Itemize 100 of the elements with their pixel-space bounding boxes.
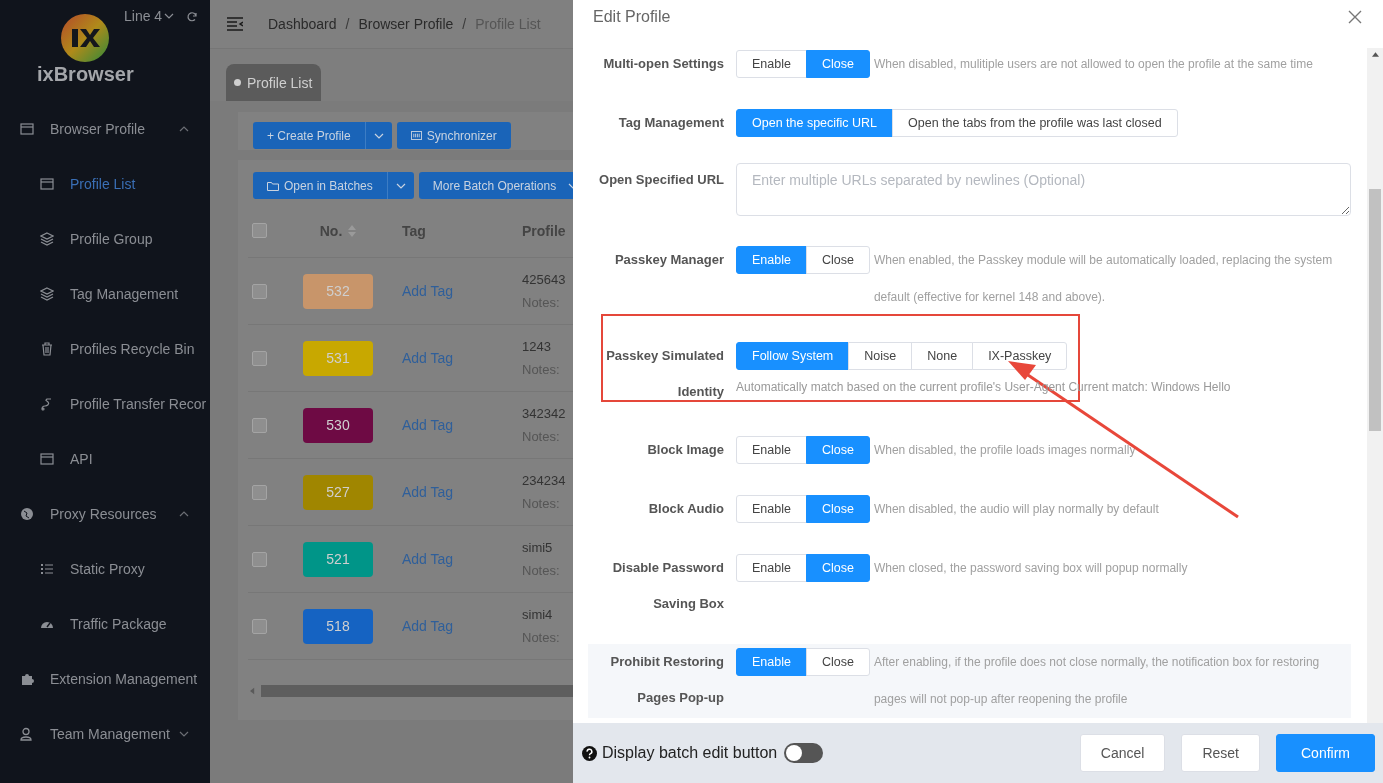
keyboard-icon — [410, 131, 422, 140]
segment-option[interactable]: Enable — [736, 648, 807, 676]
segment-option[interactable]: Enable — [736, 436, 807, 464]
number-badge: 518 — [303, 608, 373, 644]
folder-icon — [267, 180, 279, 191]
hint-text: When disabled, the profile loads images normally — [873, 442, 1137, 459]
number-badge: 521 — [303, 541, 373, 577]
number-badge: 530 — [303, 407, 373, 443]
dropdown-button[interactable] — [387, 172, 414, 199]
caret-icon — [373, 132, 384, 139]
line-selector[interactable]: Line 4 — [124, 8, 175, 24]
create-profile-button[interactable]: + Create Profile — [253, 122, 366, 149]
scroll-up-icon[interactable] — [1371, 52, 1379, 57]
drawer-title: Edit Profile — [593, 8, 671, 26]
menu-item[interactable]: Extension Management — [0, 651, 210, 706]
hint-text: When disabled, mulitiple users are not allowed to open the profile at the same time — [873, 56, 1314, 73]
menu-item[interactable]: Proxy Resources — [0, 486, 210, 541]
segment-option[interactable]: Open the specific URL — [736, 109, 894, 137]
more-batch-operations-button[interactable]: More Batch Operations — [418, 172, 573, 199]
field-label: Prohibit Restoring Pages Pop-up — [609, 653, 725, 707]
help-icon[interactable] — [582, 745, 597, 761]
caret-icon — [395, 182, 406, 189]
scroll-left-icon[interactable] — [250, 686, 255, 695]
window-icon — [40, 451, 54, 466]
window-icon — [20, 121, 34, 136]
menu-item[interactable]: Static Proxy — [0, 541, 210, 596]
segment-option[interactable]: Close — [805, 436, 870, 464]
hint-text: When closed, the password saving box will popup normally — [873, 560, 1189, 577]
logo-icon — [60, 13, 110, 63]
menu-item[interactable]: Profile Transfer Recor — [0, 376, 210, 431]
segment-option[interactable]: Close — [805, 648, 870, 676]
breadcrumb-item[interactable]: Browser Profile — [358, 16, 454, 32]
hint-text: After enabling, if the profile does not close normally, the notification box for restoring pages will not pop-up after reopening the profile — [873, 654, 1321, 708]
segment-option[interactable]: Enable — [736, 50, 807, 78]
close-icon[interactable] — [1348, 10, 1362, 24]
menu-item[interactable]: Team Management — [0, 706, 210, 761]
field-label: Disable Password Saving Box — [611, 559, 725, 613]
breadcrumb-item[interactable]: Dashboard — [268, 16, 337, 32]
number-badge: 532 — [303, 273, 373, 309]
number-badge: 531 — [303, 340, 373, 376]
field-label: Passkey Manager — [613, 251, 725, 269]
profile-name: 425643 — [522, 272, 566, 287]
url-field[interactable]: Enter multiple URLs separated by newlines (Optional) — [736, 163, 1351, 216]
checkbox[interactable] — [252, 618, 267, 634]
dropdown-button[interactable] — [365, 122, 392, 149]
caret-icon — [179, 126, 189, 132]
segment-option[interactable]: Noise — [848, 342, 913, 370]
toggle-switch[interactable] — [784, 743, 824, 763]
menu-item[interactable]: Profiles Recycle Bin — [0, 321, 210, 376]
hint-text: When enabled, the Passkey module will be automatically loaded, replacing the system default (effective for kernel 148 and above). — [873, 252, 1334, 306]
checkbox[interactable] — [252, 484, 267, 500]
menu-item[interactable]: Profile Group — [0, 211, 210, 266]
segment-option[interactable]: Enable — [736, 554, 807, 582]
sort-icon[interactable] — [348, 224, 357, 237]
segment-option[interactable]: IX-Passkey — [972, 342, 1068, 370]
tab[interactable]: Profile List — [226, 64, 321, 101]
segment-option[interactable]: Close — [805, 50, 870, 78]
caret-icon — [164, 13, 175, 19]
puzzle-icon — [20, 671, 34, 686]
segment-option[interactable]: Close — [805, 495, 870, 523]
field-label: Multi-open Settings — [602, 55, 725, 73]
scrollbar[interactable] — [1367, 48, 1383, 723]
segment-option[interactable]: None — [911, 342, 974, 370]
person-icon — [20, 726, 34, 741]
menu-item[interactable]: Traffic Package — [0, 596, 210, 651]
column-header: Profile — [522, 222, 566, 239]
profile-name: 342342 — [522, 406, 566, 421]
footer-button[interactable]: Cancel — [1079, 734, 1166, 772]
refresh-icon[interactable] — [186, 11, 198, 23]
breadcrumb-separator: / — [462, 16, 467, 32]
list-icon — [40, 561, 54, 576]
field-label: Tag Management — [617, 114, 725, 132]
profile-name: 234234 — [522, 473, 566, 488]
profile-name: 1243 — [522, 339, 552, 354]
segment-option[interactable]: Enable — [736, 246, 807, 274]
footer-button[interactable]: Reset — [1181, 734, 1260, 772]
brand-name: ixBrowser — [37, 63, 134, 86]
segment-option[interactable]: Open the tabs from the profile was last closed — [892, 109, 1178, 137]
menu-icon[interactable] — [227, 17, 243, 31]
segment-option[interactable]: Close — [805, 246, 870, 274]
checkbox[interactable] — [252, 350, 267, 366]
segment-option[interactable]: Close — [805, 554, 870, 582]
checkbox[interactable] — [252, 283, 267, 299]
segment-option[interactable]: Enable — [736, 495, 807, 523]
menu-item[interactable]: Profile List — [0, 156, 210, 211]
layers-icon — [40, 231, 54, 246]
checkbox[interactable] — [252, 417, 267, 433]
open-in-batches-button[interactable]: Open in Batches — [253, 172, 388, 199]
checkbox[interactable] — [252, 551, 267, 567]
hint-text: When disabled, the audio will play normally by default — [873, 501, 1160, 518]
segment-option[interactable]: Follow System — [736, 342, 850, 370]
checkbox[interactable] — [252, 223, 267, 238]
menu-item[interactable]: Browser Profile — [0, 101, 210, 156]
synchronizer-button[interactable]: Synchronizer — [396, 122, 511, 149]
confirm-button[interactable]: Confirm — [1276, 734, 1375, 772]
menu-item[interactable]: Tag Management — [0, 266, 210, 321]
menu-item[interactable]: API — [0, 431, 210, 486]
field-label: Passkey Simulated Identity — [605, 347, 725, 401]
column-header: Tag — [402, 222, 426, 239]
toggle-label: Display batch edit button — [602, 744, 778, 762]
